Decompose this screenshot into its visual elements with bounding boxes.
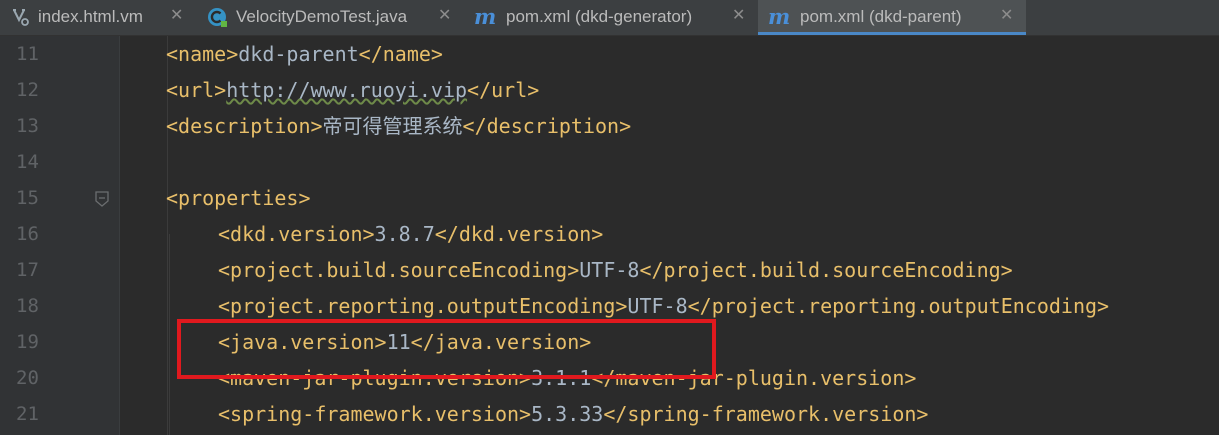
tab-pom-dkd-generator[interactable]: m pom.xml (dkd-generator) ✕	[464, 0, 758, 35]
xml-tag: </dkd.version>	[434, 222, 604, 246]
velocity-template-icon	[10, 6, 32, 28]
tag-value: 5.3.33	[531, 402, 604, 426]
line-number: 16	[16, 223, 39, 245]
line-number: 19	[16, 331, 39, 353]
tab-label: index.html.vm	[38, 7, 143, 26]
line-number-gutter: 11 12 13 14 15 16 17 18 19 20 21	[0, 36, 120, 435]
tab-label: VelocityDemoTest.java	[236, 7, 408, 26]
line-number: 21	[16, 403, 39, 425]
line-number: 15	[16, 187, 39, 209]
line-number: 20	[16, 367, 39, 389]
editor-tab-bar: index.html.vm ✕ VelocityDemoTest.java ✕ …	[0, 0, 1219, 36]
tab-label: pom.xml (dkd-generator)	[506, 7, 693, 26]
maven-icon: m	[768, 4, 791, 29]
code-line: <project.build.sourceEncoding>UTF-8</pro…	[218, 252, 1013, 288]
code-editor[interactable]: <name>dkd-parent</name> <url>http://www.…	[120, 36, 1219, 435]
xml-tag: <url>	[166, 78, 227, 102]
close-icon[interactable]: ✕	[732, 6, 745, 26]
tag-value: dkd-parent	[238, 42, 359, 66]
line-number: 17	[16, 259, 39, 281]
url-link[interactable]: http://www.ruoyi.vip	[226, 78, 467, 102]
tab-label: pom.xml (dkd-parent)	[800, 7, 962, 26]
code-line: <url>http://www.ruoyi.vip</url>	[166, 72, 539, 108]
line-number: 13	[16, 115, 39, 137]
line-number: 11	[16, 43, 39, 65]
xml-tag: </spring-framework.version>	[603, 402, 929, 426]
xml-tag: <properties>	[166, 186, 311, 210]
tab-pom-dkd-parent[interactable]: m pom.xml (dkd-parent) ✕	[758, 0, 1026, 35]
xml-tag: </name>	[358, 42, 443, 66]
tab-index-html-vm[interactable]: index.html.vm ✕	[0, 0, 196, 35]
xml-tag: </project.build.sourceEncoding>	[639, 258, 1013, 282]
tab-velocity-demo-test[interactable]: VelocityDemoTest.java ✕	[196, 0, 464, 35]
code-line: <spring-framework.version>5.3.33</spring…	[218, 396, 928, 432]
maven-icon: m	[474, 4, 497, 29]
code-line: <dkd.version>3.8.7</dkd.version>	[218, 216, 603, 252]
xml-tag: </project.reporting.outputEncoding>	[687, 294, 1110, 318]
code-line: <description>帝可得管理系统</description>	[166, 108, 631, 144]
tag-value: 帝可得管理系统	[322, 114, 463, 138]
tag-value: UTF-8	[579, 258, 640, 282]
tag-value: UTF-8	[627, 294, 688, 318]
xml-tag: </url>	[467, 78, 540, 102]
xml-tag: <project.reporting.outputEncoding>	[218, 294, 628, 318]
line-number: 18	[16, 295, 39, 317]
indent-guide	[169, 234, 170, 435]
line-number: 14	[16, 151, 39, 173]
close-icon[interactable]: ✕	[1000, 6, 1013, 26]
xml-tag: <dkd.version>	[218, 222, 375, 246]
code-line: <name>dkd-parent</name>	[166, 36, 443, 72]
xml-tag: <project.build.sourceEncoding>	[218, 258, 580, 282]
highlight-annotation-box	[177, 319, 716, 379]
code-line: <properties>	[166, 180, 311, 216]
ide-editor-window: index.html.vm ✕ VelocityDemoTest.java ✕ …	[0, 0, 1219, 435]
java-class-icon	[206, 6, 228, 28]
xml-tag: <description>	[166, 114, 323, 138]
line-number: 12	[16, 79, 39, 101]
close-icon[interactable]: ✕	[438, 6, 451, 26]
close-icon[interactable]: ✕	[170, 6, 183, 26]
tag-value: 3.8.7	[374, 222, 435, 246]
xml-tag: <spring-framework.version>	[218, 402, 532, 426]
fold-toggle-icon[interactable]	[95, 191, 109, 207]
xml-tag: </description>	[462, 114, 632, 138]
xml-tag: <name>	[166, 42, 239, 66]
